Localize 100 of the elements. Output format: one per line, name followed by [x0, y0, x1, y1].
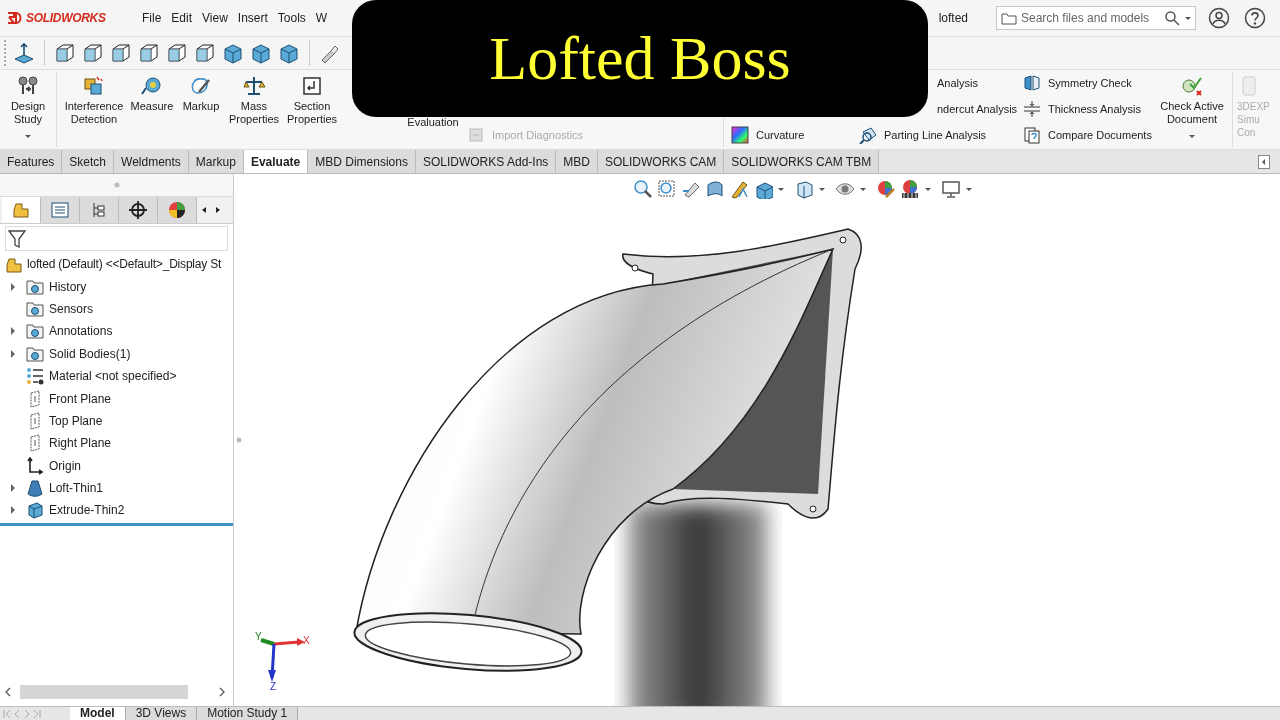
tab[interactable]: SOLIDWORKS CAM TBM	[724, 150, 880, 173]
user-icon[interactable]	[1208, 7, 1230, 29]
menu-item[interactable]: W	[315, 11, 328, 25]
folder-icon	[26, 344, 44, 363]
tab[interactable]: Features	[0, 150, 63, 173]
menu-item[interactable]: Insert	[237, 11, 268, 25]
command-button[interactable]: Check Active Document	[1156, 70, 1228, 149]
menu-item[interactable]: File	[142, 11, 162, 25]
menu-item[interactable]: View	[202, 11, 228, 25]
command-button[interactable]: Symmetry Check	[1023, 74, 1132, 92]
tab[interactable]: Motion Study 1	[197, 707, 299, 720]
tree-item[interactable]: Origin	[49, 458, 81, 473]
command-button[interactable]: Parting Line Analysis	[859, 126, 987, 144]
tree-item[interactable]: lofted (Default) <<Default>_Display St	[27, 257, 222, 272]
tab[interactable]: MBD	[556, 150, 598, 173]
caret-icon[interactable]	[966, 187, 972, 191]
scene-icon[interactable]	[900, 179, 920, 199]
tab[interactable]: SOLIDWORKS CAM	[598, 150, 725, 173]
splitter-grip-icon[interactable]	[235, 437, 242, 443]
panel-toggle-icon[interactable]	[1258, 154, 1270, 169]
tab[interactable]: Weldments	[114, 150, 189, 173]
filter-field[interactable]	[5, 226, 228, 251]
help-icon[interactable]	[1244, 7, 1266, 29]
grip-icon[interactable]	[113, 182, 120, 188]
expand-arrow-icon[interactable]	[8, 348, 18, 359]
search-icon[interactable]	[1164, 10, 1180, 26]
view-orientation-icon[interactable]	[165, 41, 189, 65]
tab[interactable]: Sketch	[62, 150, 115, 173]
tree-item[interactable]: Top Plane	[49, 413, 103, 428]
expand-arrow-icon[interactable]	[8, 326, 18, 337]
tab[interactable]: Markup	[188, 150, 244, 173]
triad-drawing	[259, 638, 305, 682]
view-orientation-icon[interactable]	[193, 41, 217, 65]
parting-line-icon	[859, 126, 877, 144]
normal-to-icon[interactable]	[12, 41, 36, 65]
tab[interactable]: SOLIDWORKS Add-Ins	[415, 150, 557, 173]
view-orientation-icon[interactable]	[81, 41, 105, 65]
tree-item[interactable]: Solid Bodies(1)	[49, 346, 131, 361]
dynamic-annotation-icon[interactable]	[729, 179, 749, 199]
command-button[interactable]: Measure	[127, 70, 177, 149]
command-button[interactable]: Analysis	[937, 74, 978, 92]
crosshair-icon	[128, 200, 148, 220]
tree-item[interactable]: Right Plane	[49, 436, 112, 451]
caret-icon[interactable]	[925, 187, 931, 191]
caret-icon[interactable]	[1189, 135, 1195, 138]
search-field[interactable]: Search files and models	[996, 6, 1196, 30]
tree-item[interactable]: Sensors	[49, 301, 94, 316]
caret-icon[interactable]	[778, 187, 784, 191]
tree-item[interactable]: Material <not specified>	[49, 369, 177, 384]
caret-icon[interactable]	[25, 135, 31, 138]
caret-icon[interactable]	[819, 187, 825, 191]
axis-label: Y	[255, 632, 262, 642]
tab[interactable]: 3D Views	[125, 707, 198, 720]
section-icon	[300, 74, 324, 98]
logo-icon	[6, 10, 24, 26]
caret-icon[interactable]	[1185, 17, 1191, 20]
command-button[interactable]: Section Properties	[283, 70, 341, 149]
command-button[interactable]: Curvature	[731, 126, 805, 144]
command-button[interactable]: Evaluation	[403, 116, 463, 129]
feature-manager-icon	[11, 200, 31, 220]
zoom-area-icon[interactable]	[657, 179, 677, 199]
tree-item[interactable]: History	[49, 279, 87, 294]
zoom-to-fit-icon[interactable]	[633, 179, 653, 199]
filter-icon	[8, 228, 26, 249]
command-button[interactable]: Design Study	[0, 70, 52, 149]
menu-item[interactable]: Edit	[171, 11, 193, 25]
scrollbar-thumb[interactable]	[20, 685, 188, 699]
expand-arrow-icon[interactable]	[8, 505, 18, 516]
display-style-icon[interactable]	[794, 179, 814, 199]
brand-logo: SOLIDWORKS	[26, 11, 106, 25]
tree-item[interactable]: Front Plane	[49, 391, 112, 406]
command-button[interactable]: Mass Properties	[225, 70, 283, 149]
tree-item[interactable]: Loft-Thin1	[49, 481, 104, 496]
expand-arrow-icon[interactable]	[8, 483, 18, 494]
menu-item[interactable]: Tools	[277, 11, 306, 25]
tab[interactable]: Model	[70, 707, 126, 720]
command-button[interactable]: Markup	[177, 70, 225, 149]
monitor-icon[interactable]	[941, 179, 961, 199]
scroll-right-icon[interactable]	[218, 687, 226, 697]
view-orientation-icon[interactable]	[109, 41, 133, 65]
tree-item[interactable]: Extrude-Thin2	[49, 503, 125, 518]
command-button[interactable]: ndercut Analysis	[937, 100, 1018, 118]
tab[interactable]: Evaluate	[243, 150, 309, 173]
material-icon	[26, 367, 44, 386]
scroll-left-icon[interactable]	[4, 687, 12, 697]
section-view-icon[interactable]	[705, 179, 725, 199]
tree-item[interactable]: Annotations	[49, 324, 113, 339]
caret-icon[interactable]	[860, 187, 866, 191]
command-button[interactable]: Compare Documents	[1023, 126, 1152, 144]
curvature-icon	[731, 126, 749, 144]
edit-appearance-icon[interactable]	[876, 179, 896, 199]
command-button[interactable]: Thickness Analysis	[1023, 100, 1141, 118]
tab[interactable]: MBD Dimensions	[308, 150, 416, 173]
view-orientation-icon[interactable]	[53, 41, 77, 65]
part-icon	[4, 255, 22, 274]
expand-arrow-icon[interactable]	[8, 281, 18, 292]
panel-tab[interactable]	[158, 197, 197, 223]
panel-tab[interactable]	[119, 197, 158, 223]
command-button[interactable]: Interference Detection	[61, 70, 127, 149]
view-orientation-icon[interactable]	[137, 41, 161, 65]
